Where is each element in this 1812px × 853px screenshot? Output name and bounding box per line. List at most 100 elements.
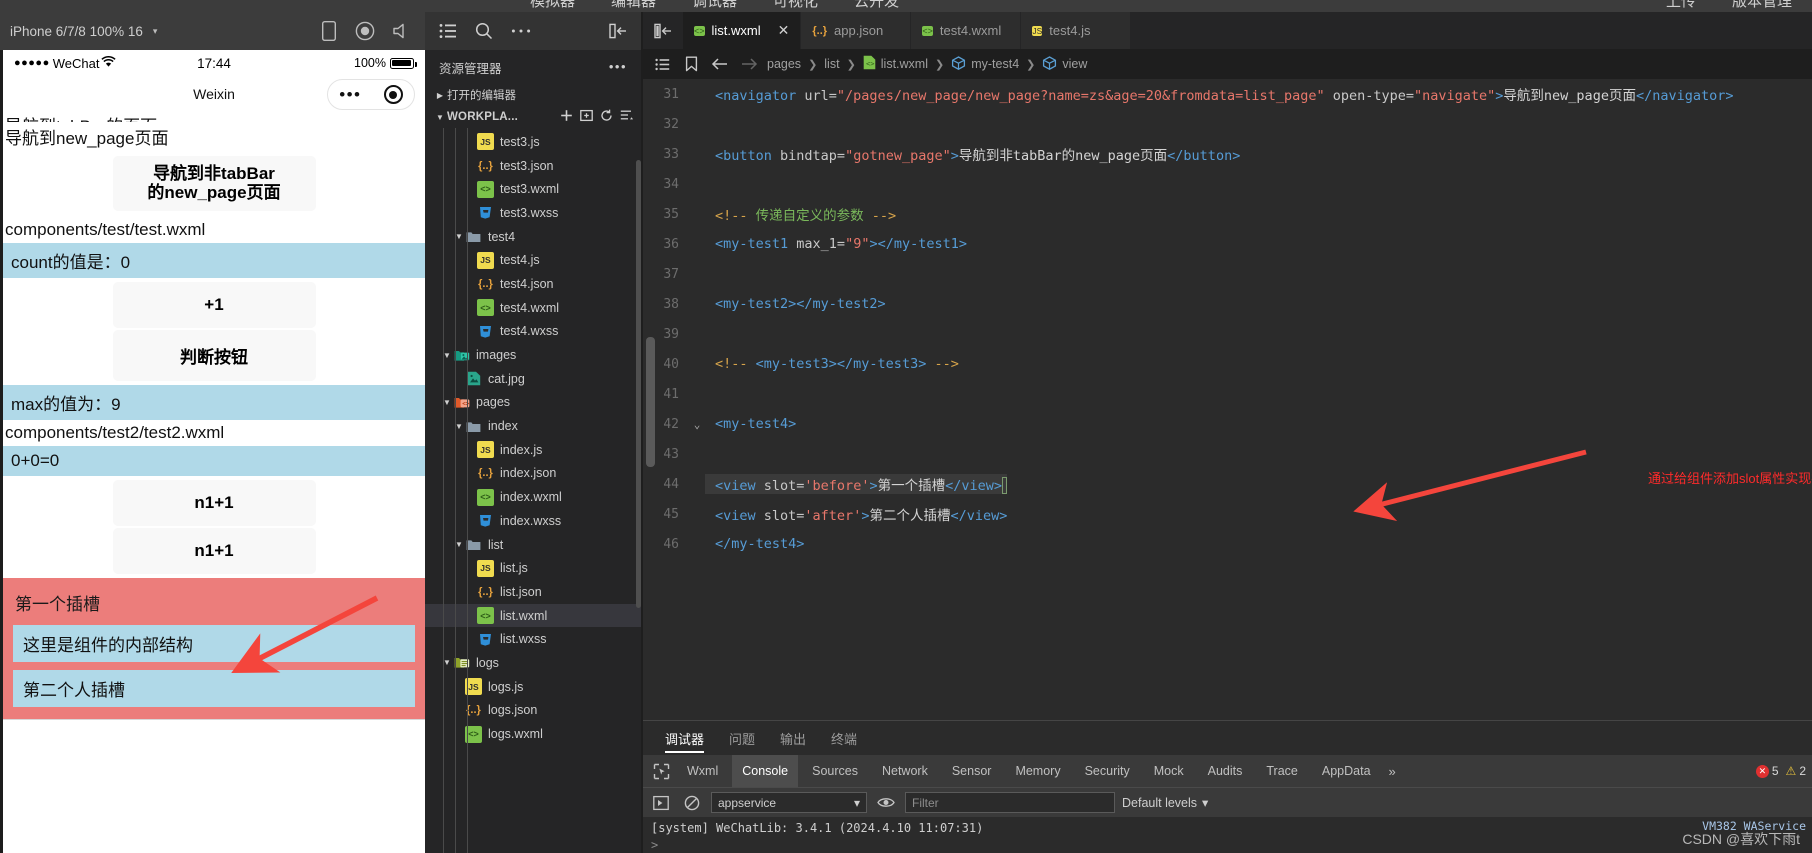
devtools-subtab[interactable]: Network (872, 755, 938, 787)
breadcrumb-item-view[interactable]: view (1042, 55, 1087, 73)
console-filter-input[interactable]: Filter (905, 792, 1115, 813)
code-line[interactable]: 33 <button bindtap="gotnew_page">导航到非tabB… (643, 139, 1812, 169)
open-editors-section[interactable]: ▶ 打开的编辑器 (425, 84, 641, 106)
nav-to-new-page-button[interactable]: 导航到非tabBar 的new_page页面 (112, 156, 316, 212)
inspect-element-icon[interactable] (649, 759, 673, 783)
code-line[interactable]: 36 <my-test1 max_1="9"></my-test1> (643, 229, 1812, 259)
editor-tab[interactable]: <> list.wxml ✕ (683, 12, 802, 49)
devtools-subtab[interactable]: Trace (1256, 755, 1308, 787)
devtools-tab[interactable]: 输出 (780, 721, 806, 755)
outline-icon[interactable] (651, 58, 673, 71)
toggle-sidebar-icon[interactable] (643, 12, 683, 49)
editor-tab[interactable]: {..} app.json (801, 12, 912, 49)
code-line[interactable]: 43 (643, 439, 1812, 469)
tree-folder-row[interactable]: ▼ test4 (425, 225, 641, 249)
forward-arrow-icon[interactable] (738, 57, 760, 71)
version-manage-button[interactable]: 版本管理 (1732, 0, 1792, 11)
target-icon[interactable] (383, 85, 403, 104)
phone-icon[interactable] (315, 17, 343, 45)
fold-toggle-icon[interactable]: ⌄ (689, 418, 705, 431)
tree-file-row[interactable]: ▶test3.wxss (425, 201, 641, 225)
search-icon[interactable] (475, 22, 493, 40)
tree-file-row[interactable]: ▶list.wxss (425, 627, 641, 651)
code-line[interactable]: 34 (643, 169, 1812, 199)
error-badge[interactable]: ✕ 5 (1755, 764, 1779, 778)
console-output[interactable]: VM382 WAService [system] WeChatLib: 3.4.… (643, 817, 1812, 853)
code-line[interactable]: 37 (643, 259, 1812, 289)
devtools-subtab[interactable]: Wxml (677, 755, 728, 787)
code-line[interactable]: 31 <navigator url="/pages/new_page/new_pa… (643, 79, 1812, 109)
tree-folder-row[interactable]: ▼ <> pages (425, 391, 641, 415)
devtools-subtab[interactable]: Console (732, 755, 799, 787)
close-icon[interactable]: ✕ (778, 22, 790, 39)
eye-icon[interactable] (874, 792, 898, 814)
clear-console-icon[interactable] (680, 792, 704, 814)
editor-tab[interactable]: <> test4.wxml (911, 12, 1022, 49)
upload-button[interactable]: 上传 (1666, 0, 1696, 11)
tree-file-row[interactable]: ▶<>index.wxml (425, 485, 641, 509)
devtools-tab[interactable]: 问题 (729, 721, 755, 755)
code-line[interactable]: 39 (643, 319, 1812, 349)
explorer-more-icon[interactable]: ••• (609, 60, 627, 73)
run-icon[interactable] (649, 792, 673, 814)
n1-plus-one-button-b[interactable]: n1+1 (112, 528, 316, 575)
collapse-all-icon[interactable] (620, 109, 633, 125)
device-selector-label[interactable]: iPhone 6/7/8 100% 16 (10, 24, 143, 39)
tree-file-row[interactable]: ▶JSlogs.js (425, 675, 641, 699)
refresh-icon[interactable] (600, 109, 613, 125)
tree-file-row[interactable]: ▶<>test3.wxml (425, 177, 641, 201)
explorer-scrollbar[interactable] (636, 160, 641, 608)
top-menu-item[interactable]: 云开发 (854, 0, 899, 11)
code-line[interactable]: 35 <!-- 传递自定义的参数 --> (643, 199, 1812, 229)
devtools-subtab[interactable]: Sources (802, 755, 868, 787)
tree-file-row[interactable]: ▶<>test4.wxml (425, 296, 641, 320)
judge-button[interactable]: 判断按钮 (112, 330, 316, 382)
code-line[interactable]: 44 <view slot='before'>第一个插槽</view> (643, 469, 1812, 499)
n1-plus-one-button-a[interactable]: n1+1 (112, 480, 316, 527)
chevron-down-icon[interactable]: ▼ (433, 113, 447, 122)
menu-dots-icon[interactable]: ••• (339, 86, 361, 103)
devtools-tab[interactable]: 终端 (831, 721, 857, 755)
devtools-subtab[interactable]: Sensor (942, 755, 1002, 787)
tree-file-row[interactable]: ▶index.wxss (425, 509, 641, 533)
volume-icon[interactable] (387, 17, 415, 45)
tree-folder-row[interactable]: ▼ list (425, 533, 641, 557)
tree-file-row[interactable]: ▶JSlist.js (425, 556, 641, 580)
tree-file-row[interactable]: ▶{..}logs.json (425, 699, 641, 723)
tree-file-row[interactable]: ▶cat.jpg (425, 367, 641, 391)
breadcrumb-item-file[interactable]: <> list.wxml (863, 55, 928, 73)
new-folder-icon[interactable] (580, 109, 593, 125)
devtools-subtab[interactable]: Security (1075, 755, 1140, 787)
code-line[interactable]: 32 (643, 109, 1812, 139)
tree-file-row[interactable]: ▶JSindex.js (425, 438, 641, 462)
tree-file-row[interactable]: ▶{..}test3.json (425, 154, 641, 178)
tree-file-row[interactable]: ▶test4.wxss (425, 320, 641, 344)
back-arrow-icon[interactable] (709, 57, 731, 71)
workspace-section[interactable]: ▼ WORKPLA... (425, 106, 641, 128)
top-menu-item[interactable]: 模拟器 (530, 0, 575, 11)
breadcrumb-item-component[interactable]: my-test4 (951, 55, 1019, 73)
breadcrumb-item-pages[interactable]: pages (767, 57, 801, 71)
new-file-icon[interactable] (560, 109, 573, 125)
devtools-subtab[interactable]: Memory (1005, 755, 1070, 787)
warning-badge[interactable]: ⚠ 2 (1786, 764, 1806, 778)
top-menu-item[interactable]: 可视化 (773, 0, 818, 11)
code-line[interactable]: 46 </my-test4> (643, 529, 1812, 559)
more-icon[interactable] (511, 28, 531, 34)
top-menu-item[interactable]: 编辑器 (611, 0, 656, 11)
tree-file-row[interactable]: ▶<>list.wxml (425, 603, 641, 628)
chevron-down-icon[interactable]: ▾ (153, 26, 158, 37)
code-editor[interactable]: 31 <navigator url="/pages/new_page/new_pa… (643, 79, 1812, 720)
devtools-subtab[interactable]: Audits (1198, 755, 1253, 787)
top-menu-item[interactable]: 调试器 (692, 0, 737, 11)
console-prompt[interactable]: > (643, 837, 1812, 853)
tree-file-row[interactable]: ▶{..}test4.json (425, 272, 641, 296)
bookmark-icon[interactable] (680, 56, 702, 72)
devtools-tab[interactable]: 调试器 (665, 721, 705, 755)
tree-file-row[interactable]: ▶JStest3.js (425, 130, 641, 154)
chevron-right-icon[interactable]: ▶ (433, 91, 447, 100)
devtools-subtab[interactable]: AppData (1312, 755, 1381, 787)
record-icon[interactable] (351, 17, 379, 45)
tree-folder-row[interactable]: ▼ index (425, 414, 641, 438)
tree-file-row[interactable]: ▶JStest4.js (425, 248, 641, 272)
